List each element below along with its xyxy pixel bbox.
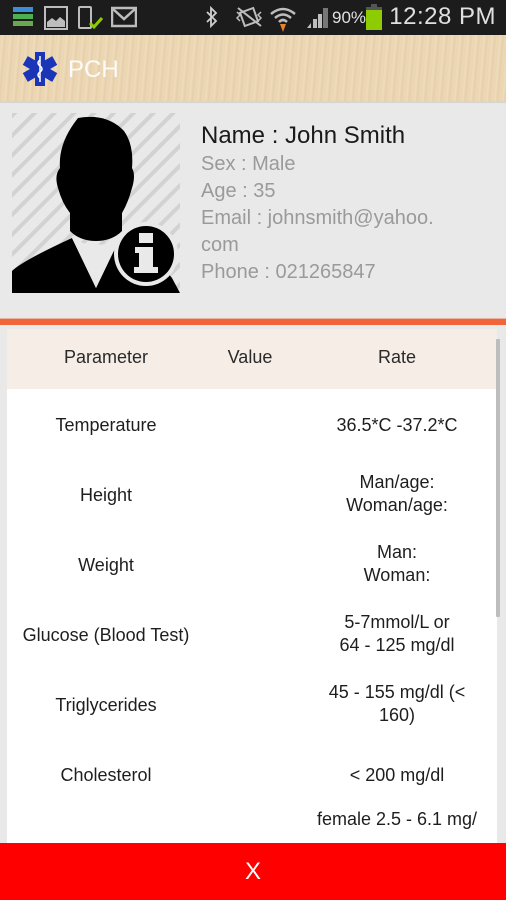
phone-check-icon (78, 6, 104, 30)
cell-parameter: Weight (78, 555, 134, 575)
user-info-icon (12, 113, 180, 293)
parameters-table: Parameter Value Rate Temperature 36.5*C … (0, 325, 506, 843)
clock: 12:28 PM (389, 3, 496, 30)
cell-parameter: Glucose (Blood Test) (22, 625, 190, 645)
patient-name: Name : John Smith (201, 122, 406, 149)
table-row[interactable]: Height Man/age: Woman/age: (7, 459, 497, 529)
vibrate-mute-icon (235, 6, 263, 28)
close-button[interactable]: X (0, 843, 506, 900)
table-scrollbar[interactable] (496, 339, 500, 617)
table-row[interactable]: Glucose (Blood Test) 5-7mmol/L or 64 - 1… (7, 599, 497, 669)
header-rate: Rate (377, 347, 417, 367)
gallery-icon (44, 6, 68, 30)
accent-divider (0, 318, 506, 325)
table-row[interactable]: Triglycerides 45 - 155 mg/dl (< 160) (7, 669, 497, 739)
patient-sex: Sex : Male (201, 153, 296, 175)
table-row[interactable]: Temperature 36.5*C -37.2*C (7, 389, 497, 459)
action-bar: PCH (0, 35, 506, 103)
battery-percent: 90% (332, 8, 367, 27)
cell-rate: female 2.5 - 6.1 mg/ (316, 809, 478, 829)
wifi-icon (270, 7, 296, 32)
table-header: Parameter Value Rate (7, 329, 497, 389)
patient-email: Email : johnsmith@yahoo. (201, 207, 434, 229)
patient-age: Age : 35 (201, 180, 276, 202)
table-body[interactable]: Temperature 36.5*C -37.2*C Height Man/ag… (7, 389, 497, 843)
cell-parameter: Cholesterol (60, 765, 152, 785)
cell-rate: Man/age: Woman/age: (346, 472, 448, 515)
patient-phone: Phone : 021265847 (201, 261, 376, 283)
storage-icon (13, 7, 33, 26)
cell-parameter: Triglycerides (55, 695, 157, 715)
table-row[interactable]: female 2.5 - 6.1 mg/ (7, 809, 497, 843)
cell-rate: < 200 mg/dl (349, 765, 445, 785)
header-parameter: Parameter (63, 347, 149, 367)
cell-parameter: Temperature (55, 415, 157, 435)
cell-rate: 36.5*C -37.2*C (336, 415, 458, 435)
gmail-icon (111, 6, 137, 28)
status-bar: 90% 12:28 PM (0, 0, 506, 35)
header-value: Value (227, 347, 273, 367)
battery-icon (366, 4, 382, 30)
app-title: PCH (68, 56, 119, 83)
cell-parameter: Height (79, 485, 133, 505)
cell-rate: Man: Woman: (363, 542, 431, 585)
patient-info: Name : John Smith Sex : Male Age : 35 Em… (201, 121, 491, 286)
cell-rate: 45 - 155 mg/dl (< 160) (328, 682, 466, 725)
cell-rate: 5-7mmol/L or 64 - 125 mg/dl (339, 612, 455, 655)
bluetooth-icon (206, 6, 218, 28)
table-row[interactable]: Cholesterol < 200 mg/dl (7, 739, 497, 809)
signal-icon (307, 8, 328, 28)
patient-email-continued: com (201, 234, 239, 256)
patient-profile: Name : John Smith Sex : Male Age : 35 Em… (0, 105, 506, 318)
table-row[interactable]: Weight Man: Woman: (7, 529, 497, 599)
star-of-life-icon[interactable] (22, 51, 58, 87)
